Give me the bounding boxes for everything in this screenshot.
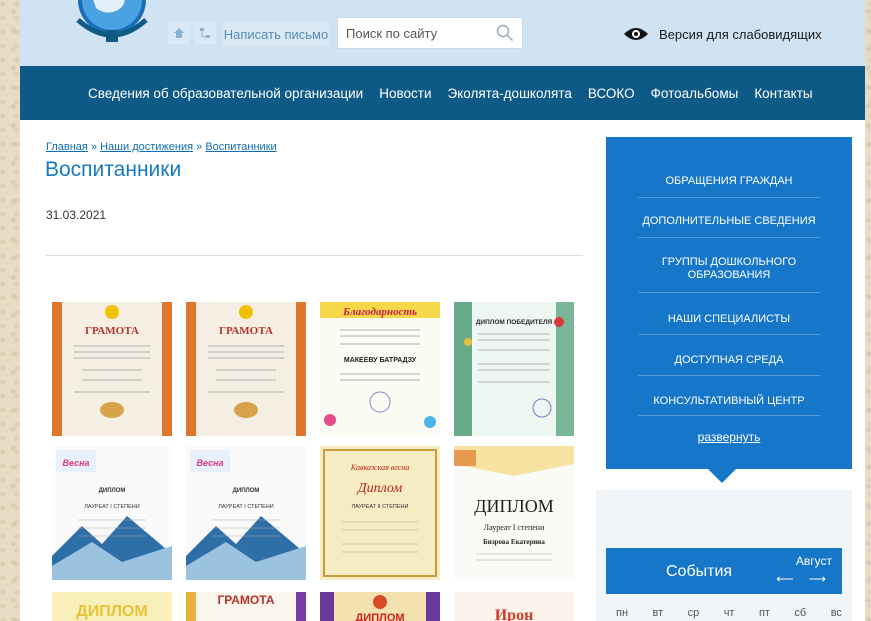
page: Написать письмо Версия для слабовидящих … — [20, 0, 865, 621]
divider — [638, 375, 820, 376]
weekday-label: вс — [830, 607, 842, 619]
weekday-label: пт — [758, 607, 770, 619]
home-icon[interactable] — [168, 22, 190, 44]
sidebar-pointer — [708, 469, 736, 483]
sidebar-item-appeals[interactable]: Обращения граждан — [626, 175, 832, 188]
thumb-sub: ЛАУРЕАТ I СТЕПЕНИ — [218, 504, 273, 510]
events-header: События Август ⟵ ⟶ — [606, 548, 842, 594]
gallery-thumb[interactable]: ГРАМОТА — [52, 302, 172, 436]
site-header: Написать письмо Версия для слабовидящих — [20, 0, 865, 66]
expand-link[interactable]: развернуть — [606, 430, 852, 444]
weekday-label: пн — [616, 607, 629, 619]
events-month: Август — [795, 554, 832, 568]
thumb-heading: Ирон — [495, 607, 534, 621]
divider — [638, 334, 820, 335]
thumb-name: МАКЕЕВУ БАТРАДЗУ — [344, 357, 417, 364]
weekday-label: чт — [723, 607, 735, 619]
thumb-name: Бизрова Екатерина — [483, 538, 545, 546]
write-letter-button[interactable]: Написать письмо — [223, 22, 329, 46]
gallery-thumb[interactable]: ДИПЛОМ — [52, 592, 172, 621]
globe-logo[interactable] — [60, 0, 164, 50]
breadcrumb-sep: » — [193, 141, 206, 153]
thumb-heading: ДИПЛОМ — [99, 488, 126, 494]
gallery-thumb[interactable]: Весна ДИПЛОМ ЛАУРЕАТ I СТЕПЕНИ — [186, 446, 306, 580]
events-widget: События Август ⟵ ⟶ пн вт ср чт пт сб вс — [596, 490, 852, 621]
thumb-heading: Благодарность — [342, 306, 417, 318]
search-input[interactable] — [346, 18, 496, 48]
month-nav-arrows[interactable]: ⟵ ⟶ — [776, 572, 832, 586]
nav-item-ecology[interactable]: Эколята-дошколята — [447, 86, 571, 101]
gallery-thumb[interactable]: Благодарность МАКЕЕВУ БАТРАДЗУ — [320, 302, 440, 436]
accessible-version-link[interactable]: Версия для слабовидящих — [623, 22, 822, 46]
sidebar-menu: Обращения граждан Дополнительные сведени… — [606, 137, 852, 469]
sitemap-icon[interactable] — [194, 22, 216, 44]
nav-item-albums[interactable]: Фотоальбомы — [651, 86, 739, 101]
thumb-heading: ДИПЛОМ — [355, 612, 404, 621]
svg-text:Весна: Весна — [62, 458, 89, 468]
gallery-thumb[interactable]: Ирон — [454, 592, 574, 621]
thumb-sub: ЛАУРЕАТ I СТЕПЕНИ — [84, 504, 139, 510]
thumb-heading: ДИПЛОМ ПОБЕДИТЕЛЯ — [476, 319, 553, 326]
nav-item-info[interactable]: Сведения об образовательной организации — [88, 86, 363, 101]
publish-date: 31.03.2021 — [46, 208, 107, 222]
thumb-heading: ДИПЛОМ — [474, 496, 554, 516]
divider — [638, 415, 820, 416]
weekday-row: пн вт ср чт пт сб вс — [616, 607, 842, 619]
page-title: Воспитанники — [45, 158, 182, 181]
eye-icon — [624, 28, 648, 40]
thumb-heading: ГРАМОТА — [218, 593, 275, 607]
accessible-version-label: Версия для слабовидящих — [659, 26, 822, 42]
divider — [638, 197, 820, 198]
breadcrumb: Главная » Наши достижения » Воспитанники — [46, 141, 277, 153]
thumb-heading: ДИПЛОМ — [76, 603, 147, 620]
thumb-sub: Лауреат I степени — [484, 523, 545, 532]
divider — [638, 237, 820, 238]
sidebar-item-additional-info[interactable]: Дополнительные сведения — [626, 215, 832, 228]
main-nav: Сведения об образовательной организации … — [20, 66, 865, 120]
events-title: События — [666, 563, 733, 580]
divider — [638, 292, 820, 293]
thumb-heading: ГРАМОТА — [85, 325, 139, 337]
divider — [46, 255, 583, 256]
thumb-banner: Кавказская весна — [350, 463, 410, 472]
svg-text:Весна: Весна — [196, 458, 223, 468]
gallery-thumb[interactable]: Весна ДИПЛОМ ЛАУРЕАТ I СТЕПЕНИ — [52, 446, 172, 580]
sidebar-item-consulting-center[interactable]: Консультативный центр — [626, 395, 832, 408]
thumb-heading: Диплом — [356, 481, 403, 496]
breadcrumb-home[interactable]: Главная — [46, 141, 88, 153]
sidebar-item-preschool-groups[interactable]: Группы дошкольного образования — [626, 256, 832, 282]
weekday-label: вт — [652, 607, 664, 619]
thumb-heading: ДИПЛОМ — [233, 488, 260, 494]
gallery-thumb[interactable]: ГРАМОТА — [186, 302, 306, 436]
weekday-label: сб — [794, 607, 807, 619]
nav-item-contacts[interactable]: Контакты — [754, 86, 812, 101]
nav-item-news[interactable]: Новости — [379, 86, 431, 101]
gallery-thumb[interactable]: ДИПЛОМ — [320, 592, 440, 621]
sidebar-item-accessible-environment[interactable]: Доступная среда — [626, 354, 832, 367]
breadcrumb-sep: » — [87, 141, 101, 153]
search-box — [337, 17, 523, 49]
gallery-thumb[interactable]: ДИПЛОМ ПОБЕДИТЕЛЯ — [454, 302, 574, 436]
breadcrumb-current[interactable]: Воспитанники — [205, 141, 276, 153]
search-icon[interactable] — [496, 24, 514, 42]
gallery-thumb[interactable]: Кавказская весна Диплом ЛАУРЕАТ II СТЕПЕ… — [320, 446, 440, 580]
gallery-thumb[interactable]: ГРАМОТА — [186, 592, 306, 621]
weekday-label: ср — [687, 607, 700, 619]
thumb-sub: ЛАУРЕАТ II СТЕПЕНИ — [352, 504, 409, 510]
thumb-heading: ГРАМОТА — [219, 325, 273, 337]
sidebar-item-specialists[interactable]: Наши специалисты — [626, 313, 832, 326]
gallery-thumb[interactable]: ДИПЛОМ Лауреат I степени Бизрова Екатери… — [454, 446, 574, 580]
nav-item-vsoko[interactable]: ВСОКО — [588, 86, 635, 101]
breadcrumb-section[interactable]: Наши достижения — [100, 141, 193, 153]
